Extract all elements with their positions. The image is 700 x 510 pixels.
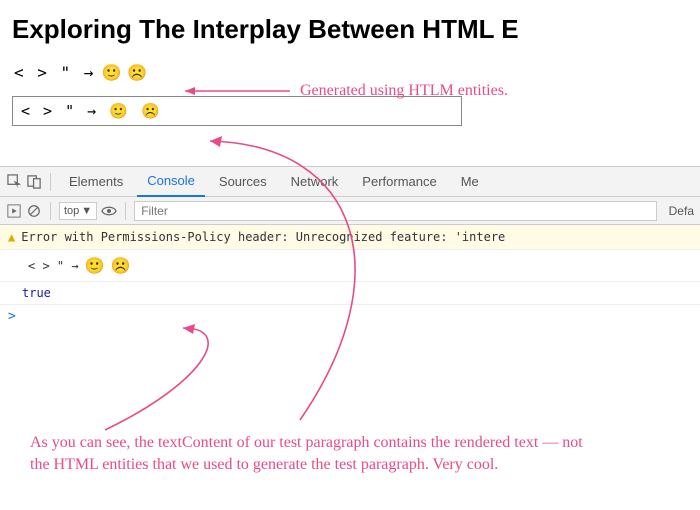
warning-icon: ▲ [8,230,15,244]
log-levels[interactable]: Defa [661,204,694,218]
devtools-tab-bar: Elements Console Sources Network Perform… [0,167,700,197]
play-icon[interactable] [6,203,22,219]
context-selector[interactable]: top ▼ [59,202,97,220]
annotation-bottom: As you can see, the textContent of our t… [30,432,590,475]
console-log-row: < > " → 🙂 ☹️ [0,250,700,282]
separator [125,202,126,220]
separator [50,173,51,191]
page-title: Exploring The Interplay Between HTML E [12,14,688,45]
tab-performance[interactable]: Performance [352,167,446,197]
emoji-neutral: 🙂 [101,63,121,82]
context-label: top [64,205,79,217]
tab-console[interactable]: Console [137,167,205,197]
inspect-icon[interactable] [6,174,22,190]
console-true-row: true [0,282,700,305]
entity-chars: < > " → [14,63,95,82]
separator [50,202,51,220]
console-toolbar: top ▼ Defa [0,197,700,225]
clear-console-icon[interactable] [26,203,42,219]
tab-memory[interactable]: Me [451,167,489,197]
emoji-frown: ☹️ [127,63,147,82]
annotation-top: Generated using HTLM entities. [300,80,508,102]
chevron-down-icon: ▼ [81,205,92,217]
warning-text: Error with Permissions-Policy header: Un… [21,230,505,244]
console-warning-row: ▲ Error with Permissions-Policy header: … [0,225,700,250]
filter-input[interactable] [134,201,656,221]
eye-icon[interactable] [101,203,117,219]
device-toggle-icon[interactable] [26,174,42,190]
devtools-panel: Elements Console Sources Network Perform… [0,166,700,328]
console-prompt[interactable]: > [0,305,700,328]
emoji-frown: ☹️ [111,256,131,275]
tab-sources[interactable]: Sources [209,167,277,197]
emoji-neutral: 🙂 [85,256,105,275]
tab-elements[interactable]: Elements [59,167,133,197]
log-chars: < > " → [28,259,79,273]
tab-network[interactable]: Network [281,167,349,197]
arrow-console-icon [175,322,295,437]
